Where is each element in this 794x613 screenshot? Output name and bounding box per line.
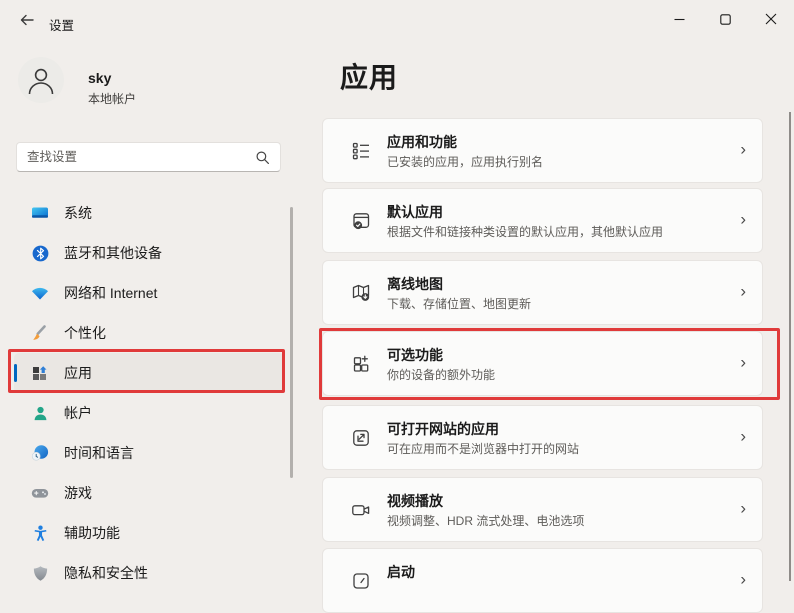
search-icon: [255, 150, 270, 165]
sidebar-item-system[interactable]: 系统: [14, 193, 284, 233]
card-title: 可打开网站的应用: [387, 419, 499, 439]
card-optional-features[interactable]: 可选功能 你的设备的额外功能 ›: [322, 331, 763, 396]
titlebar: 设置: [0, 0, 794, 40]
back-arrow-icon: [19, 12, 35, 28]
sidebar-scrollbar[interactable]: [290, 207, 293, 478]
chevron-right-icon: ›: [740, 569, 746, 589]
sidebar-item-bluetooth[interactable]: 蓝牙和其他设备: [14, 233, 284, 273]
card-subtitle: 根据文件和链接种类设置的默认应用，其他默认应用: [387, 223, 663, 240]
startup-icon: [349, 569, 373, 593]
sidebar-item-apps[interactable]: 应用: [14, 353, 284, 393]
chevron-right-icon: ›: [740, 209, 746, 229]
time-language-icon: [30, 443, 50, 463]
apps-icon: [30, 363, 50, 383]
sidebar-item-label: 游戏: [64, 483, 92, 503]
chevron-right-icon: ›: [740, 498, 746, 518]
sidebar-item-label: 网络和 Internet: [64, 283, 157, 303]
wifi-icon: [30, 283, 50, 303]
optional-features-icon: [349, 352, 373, 376]
card-title: 应用和功能: [387, 132, 457, 152]
card-title: 可选功能: [387, 345, 443, 365]
card-title: 视频播放: [387, 491, 443, 511]
accessibility-icon: [30, 523, 50, 543]
card-default-apps[interactable]: 默认应用 根据文件和链接种类设置的默认应用，其他默认应用 ›: [322, 188, 763, 253]
sidebar-item-accounts[interactable]: 帐户: [14, 393, 284, 433]
profile-account-type: 本地帐户: [88, 90, 136, 107]
sidebar-item-label: 系统: [64, 203, 92, 223]
search-box[interactable]: [16, 142, 281, 172]
avatar[interactable]: [18, 57, 64, 103]
default-apps-icon: [349, 209, 373, 233]
chevron-right-icon: ›: [740, 352, 746, 372]
sidebar-item-label: 辅助功能: [64, 523, 120, 543]
sidebar-item-label: 隐私和安全性: [64, 563, 148, 583]
window-title: 设置: [49, 15, 74, 34]
main-scrollbar[interactable]: [789, 112, 791, 581]
card-subtitle: 你的设备的额外功能: [387, 366, 495, 383]
offline-maps-icon: [349, 281, 373, 305]
chevron-right-icon: ›: [740, 426, 746, 446]
video-playback-icon: [349, 498, 373, 522]
bluetooth-icon: [30, 243, 50, 263]
back-button[interactable]: [10, 4, 44, 36]
close-button[interactable]: [748, 0, 794, 38]
page-title: 应用: [340, 56, 398, 96]
card-apps-features[interactable]: 应用和功能 已安装的应用，应用执行别名 ›: [322, 118, 763, 183]
sidebar-item-personalization[interactable]: 个性化: [14, 313, 284, 353]
minimize-icon: [674, 14, 685, 25]
maximize-icon: [720, 14, 731, 25]
card-video-playback[interactable]: 视频播放 视频调整、HDR 流式处理、电池选项 ›: [322, 477, 763, 542]
maximize-button[interactable]: [702, 0, 748, 38]
sidebar-item-label: 时间和语言: [64, 443, 134, 463]
minimize-button[interactable]: [656, 0, 702, 38]
card-offline-maps[interactable]: 离线地图 下载、存储位置、地图更新 ›: [322, 260, 763, 325]
brush-icon: [30, 323, 50, 343]
chevron-right-icon: ›: [740, 139, 746, 159]
card-subtitle: 已安装的应用，应用执行别名: [387, 153, 543, 170]
card-title: 启动: [387, 562, 415, 582]
sidebar-item-label: 蓝牙和其他设备: [64, 243, 162, 263]
user-icon: [18, 57, 64, 103]
chevron-right-icon: ›: [740, 281, 746, 301]
gamepad-icon: [30, 483, 50, 503]
profile-name: sky: [88, 70, 111, 86]
card-subtitle: 视频调整、HDR 流式处理、电池选项: [387, 512, 584, 529]
sidebar-item-label: 帐户: [64, 403, 92, 423]
search-input[interactable]: [27, 150, 255, 164]
card-subtitle: 可在应用而不是浏览器中打开的网站: [387, 440, 579, 457]
sidebar-item-time-language[interactable]: 时间和语言: [14, 433, 284, 473]
close-icon: [765, 13, 777, 25]
card-title: 离线地图: [387, 274, 443, 294]
card-apps-for-websites[interactable]: 可打开网站的应用 可在应用而不是浏览器中打开的网站 ›: [322, 405, 763, 470]
apps-features-icon: [349, 139, 373, 163]
sidebar-item-network[interactable]: 网络和 Internet: [14, 273, 284, 313]
system-icon: [30, 203, 50, 223]
sidebar-item-gaming[interactable]: 游戏: [14, 473, 284, 513]
sidebar-item-accessibility[interactable]: 辅助功能: [14, 513, 284, 553]
card-subtitle: 下载、存储位置、地图更新: [387, 295, 531, 312]
card-title: 默认应用: [387, 202, 443, 222]
sidebar-item-label: 个性化: [64, 323, 106, 343]
apps-for-websites-icon: [349, 426, 373, 450]
sidebar-item-label: 应用: [64, 363, 92, 383]
account-icon: [30, 403, 50, 423]
selected-indicator: [14, 364, 17, 382]
shield-icon: [30, 563, 50, 583]
sidebar-item-privacy[interactable]: 隐私和安全性: [14, 553, 284, 593]
